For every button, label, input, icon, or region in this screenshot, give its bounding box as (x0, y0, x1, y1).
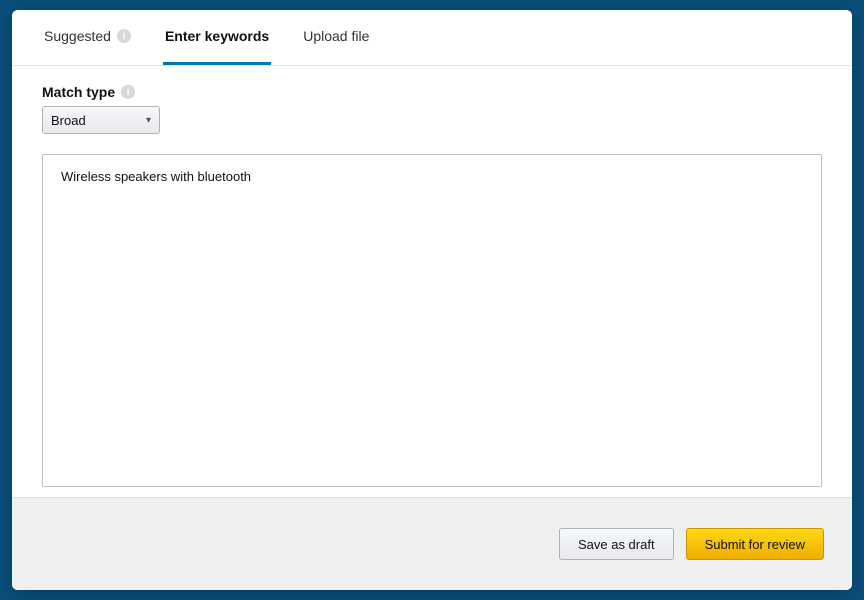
match-type-label-row: Match type i (42, 84, 822, 100)
tab-upload-file[interactable]: Upload file (301, 10, 371, 65)
match-type-select[interactable]: Broad ▾ (42, 106, 160, 134)
tab-label: Suggested (44, 28, 111, 44)
info-icon: i (121, 85, 135, 99)
form-area: Match type i Broad ▾ (12, 66, 852, 497)
keyword-modal: Suggested i Enter keywords Upload file M… (12, 10, 852, 590)
tab-enter-keywords[interactable]: Enter keywords (163, 10, 271, 65)
modal-content: Suggested i Enter keywords Upload file M… (12, 10, 852, 590)
tabs-bar: Suggested i Enter keywords Upload file (12, 10, 852, 66)
tab-suggested[interactable]: Suggested i (42, 10, 133, 65)
submit-review-button[interactable]: Submit for review (686, 528, 824, 560)
modal-footer: Save as draft Submit for review (12, 497, 852, 590)
match-type-label: Match type (42, 84, 115, 100)
save-draft-button[interactable]: Save as draft (559, 528, 674, 560)
tab-label: Upload file (303, 28, 369, 44)
match-type-selected: Broad (51, 113, 86, 128)
tab-label: Enter keywords (165, 28, 269, 44)
info-icon: i (117, 29, 131, 43)
chevron-down-icon: ▾ (146, 115, 151, 126)
keywords-textarea[interactable] (42, 154, 822, 487)
